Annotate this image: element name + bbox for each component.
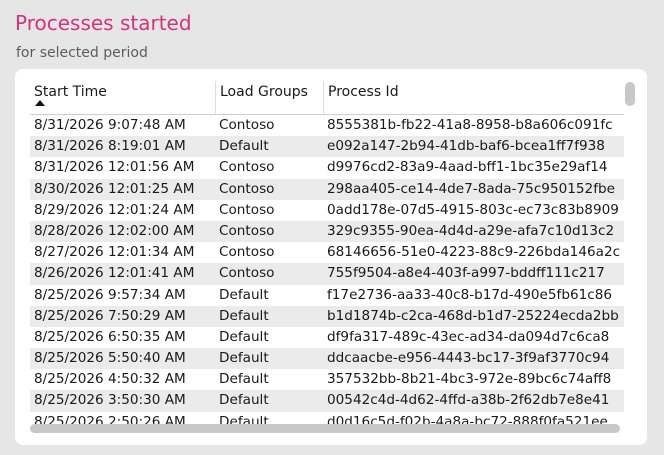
process-id-cell: d0d16c5d-f02b-4a8a-bc72-888f0fa521ee bbox=[327, 413, 608, 424]
process-id-cell: 329c9355-90ea-4d4d-a29e-afa7c10d13c2 bbox=[327, 222, 615, 239]
table-row[interactable]: 8/25/2026 4:50:32 AM Default 357532bb-8b21… bbox=[30, 369, 624, 391]
column-header-label: Process Id bbox=[328, 84, 399, 100]
start-time-cell: 8/25/2026 2:50:26 AM bbox=[34, 413, 186, 424]
load-group-cell: Default bbox=[219, 138, 269, 155]
table-row[interactable]: 8/25/2026 2:50:26 AM Default d0d16c5d-f02b… bbox=[30, 411, 624, 424]
process-id-cell: 298aa405-ce14-4de7-8ada-75c950152fbe bbox=[327, 180, 615, 197]
start-time-cell: 8/25/2026 3:50:30 AM bbox=[34, 392, 186, 409]
process-id-cell: d9976cd2-83a9-4aad-bff1-1bc35e29af14 bbox=[327, 159, 608, 176]
load-group-cell: Default bbox=[219, 392, 269, 409]
grid-body: 8/31/2026 9:07:48 AM Contoso 8555381b-fb22… bbox=[30, 115, 624, 424]
vertical-scrollbar-thumb[interactable] bbox=[625, 82, 635, 106]
start-time-cell: 8/25/2026 9:57:34 AM bbox=[34, 286, 186, 303]
process-id-cell: ddcaacbe-e956-4443-bc17-3f9af3770c94 bbox=[327, 350, 610, 367]
process-id-cell: 68146656-51e0-4223-88c9-226bda146a2c bbox=[327, 244, 621, 261]
process-id-cell: 8555381b-fb22-41a8-8958-b8a606c091fc bbox=[327, 117, 613, 133]
table-row[interactable]: 8/29/2026 12:01:24 AM Contoso 0add178e-07d… bbox=[30, 199, 624, 221]
start-time-cell: 8/25/2026 4:50:32 AM bbox=[34, 371, 186, 388]
start-time-cell: 8/25/2026 6:50:35 AM bbox=[34, 328, 186, 345]
table-row[interactable]: 8/25/2026 5:50:40 AM Default ddcaacbe-e956… bbox=[30, 348, 624, 370]
process-id-cell: e092a147-2b94-41db-baf6-bcea1ff7f938 bbox=[327, 138, 605, 155]
column-header-process-id[interactable]: Process Id bbox=[323, 81, 624, 114]
table-row[interactable]: 8/25/2026 9:57:34 AM Default f17e2736-aa33… bbox=[30, 284, 624, 306]
sort-ascending-icon bbox=[35, 100, 45, 106]
start-time-cell: 8/31/2026 8:19:01 AM bbox=[34, 138, 186, 155]
start-time-cell: 8/31/2026 9:07:48 AM bbox=[34, 117, 186, 133]
table-row[interactable]: 8/25/2026 7:50:29 AM Default b1d1874b-c2ca… bbox=[30, 305, 624, 327]
table-row[interactable]: 8/31/2026 8:19:01 AM Default e092a147-2b94… bbox=[30, 136, 624, 158]
start-time-cell: 8/30/2026 12:01:25 AM bbox=[34, 180, 195, 197]
column-header-load-groups[interactable]: Load Groups bbox=[215, 81, 321, 114]
process-id-cell: 357532bb-8b21-4bc3-972e-89bc6c74aff8 bbox=[327, 371, 612, 388]
column-header-label: Start Time bbox=[34, 84, 107, 100]
table-row[interactable]: 8/26/2026 12:01:41 AM Contoso 755f9504-a8e… bbox=[30, 263, 624, 285]
load-group-cell: Contoso bbox=[219, 244, 275, 261]
load-group-cell: Contoso bbox=[219, 201, 275, 218]
process-id-cell: 00542c4d-4d62-4ffd-a38b-2f62db7e8e41 bbox=[327, 392, 610, 409]
table-row[interactable]: 8/28/2026 12:02:00 AM Contoso 329c9355-90e… bbox=[30, 220, 624, 243]
load-group-cell: Contoso bbox=[219, 117, 275, 133]
start-time-cell: 8/31/2026 12:01:56 AM bbox=[34, 159, 195, 176]
load-group-cell: Default bbox=[219, 413, 269, 424]
start-time-cell: 8/26/2026 12:01:41 AM bbox=[34, 265, 195, 282]
process-id-cell: 0add178e-07d5-4915-803c-ec73c83b8909 bbox=[327, 201, 619, 218]
column-header-start-time[interactable]: Start Time bbox=[30, 81, 214, 114]
start-time-cell: 8/29/2026 12:01:24 AM bbox=[34, 201, 195, 218]
page-subtitle: for selected period bbox=[16, 45, 148, 61]
load-group-cell: Contoso bbox=[219, 159, 275, 176]
start-time-cell: 8/25/2026 7:50:29 AM bbox=[34, 307, 186, 324]
start-time-cell: 8/28/2026 12:02:00 AM bbox=[34, 222, 195, 239]
page-title: Processes started bbox=[15, 11, 192, 35]
load-group-cell: Contoso bbox=[219, 180, 275, 197]
table-row[interactable]: 8/27/2026 12:01:34 AM Contoso 68146656-51e… bbox=[30, 242, 624, 264]
load-group-cell: Default bbox=[219, 371, 269, 388]
table-row[interactable]: 8/25/2026 6:50:35 AM Default df9fa317-489c… bbox=[30, 326, 624, 349]
start-time-cell: 8/27/2026 12:01:34 AM bbox=[34, 244, 195, 261]
load-group-cell: Default bbox=[219, 328, 269, 345]
column-header-label: Load Groups bbox=[220, 84, 308, 100]
grid-header: Start Time Load Groups Process Id bbox=[30, 81, 624, 115]
load-group-cell: Contoso bbox=[219, 222, 275, 239]
start-time-cell: 8/25/2026 5:50:40 AM bbox=[34, 350, 186, 367]
processes-panel: Start Time Load Groups Process Id 8/31/2… bbox=[15, 69, 647, 445]
process-id-cell: 755f9504-a8e4-403f-a997-bddff111c217 bbox=[327, 265, 605, 282]
process-id-cell: f17e2736-aa33-40c8-b17d-490e5fb61c86 bbox=[327, 286, 613, 303]
table-row[interactable]: 8/31/2026 12:01:56 AM Contoso d9976cd2-83a… bbox=[30, 157, 624, 179]
table-row[interactable]: 8/25/2026 3:50:30 AM Default 00542c4d-4d62… bbox=[30, 390, 624, 412]
process-id-cell: df9fa317-489c-43ec-ad34-da094d7c6ca8 bbox=[327, 328, 610, 345]
load-group-cell: Default bbox=[219, 350, 269, 367]
load-group-cell: Contoso bbox=[219, 265, 275, 282]
table-row[interactable]: 8/31/2026 9:07:48 AM Contoso 8555381b-fb22… bbox=[30, 115, 624, 137]
processes-grid: Start Time Load Groups Process Id 8/31/2… bbox=[30, 81, 624, 424]
horizontal-scrollbar-thumb[interactable] bbox=[30, 424, 620, 433]
load-group-cell: Default bbox=[219, 286, 269, 303]
table-row[interactable]: 8/30/2026 12:01:25 AM Contoso 298aa405-ce1… bbox=[30, 178, 624, 200]
process-id-cell: b1d1874b-c2ca-468d-b1d7-25224ecda2bb bbox=[327, 307, 619, 324]
load-group-cell: Default bbox=[219, 307, 269, 324]
